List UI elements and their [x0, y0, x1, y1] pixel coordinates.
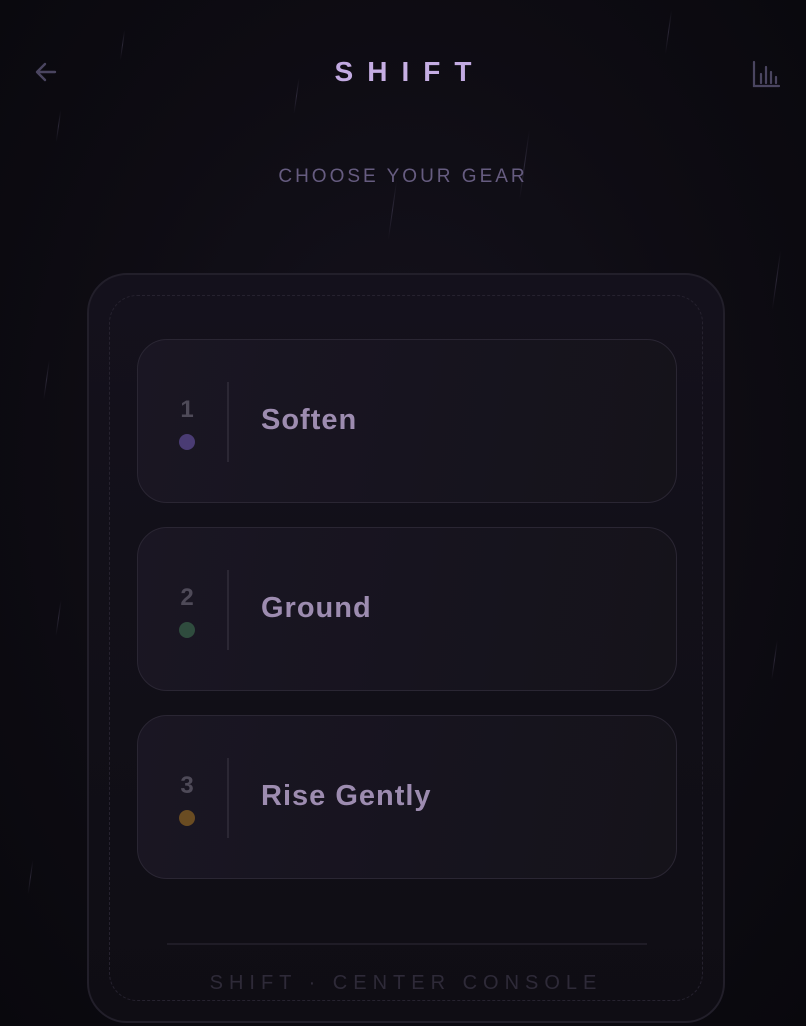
gear-console: 1 Soften 2 Ground 3 Rise Gently SHIFT · …	[87, 273, 725, 1023]
gear-divider	[227, 758, 229, 838]
gear-number: 2	[180, 584, 194, 611]
rain-streak	[43, 360, 50, 400]
header: SHIFT	[0, 0, 806, 150]
app-screen: SHIFT CHOOSE YOUR GEAR 1 Soften 2 Ground	[0, 0, 806, 1026]
gear-option-ground[interactable]: 2 Ground	[137, 527, 677, 691]
gear-label: Ground	[261, 592, 372, 624]
gear-option-soften[interactable]: 1 Soften	[137, 339, 677, 503]
gear-label: Rise Gently	[261, 780, 432, 812]
rain-streak	[27, 860, 34, 894]
gear-number: 3	[180, 772, 194, 799]
rain-streak	[771, 640, 778, 680]
rain-streak	[55, 600, 62, 636]
gear-option-rise-gently[interactable]: 3 Rise Gently	[137, 715, 677, 879]
app-title: SHIFT	[0, 56, 806, 88]
console-divider	[167, 943, 647, 945]
console-footer-label: SHIFT · CENTER CONSOLE	[209, 972, 603, 994]
gear-indicator-dot	[179, 434, 195, 450]
rain-streak	[771, 250, 782, 310]
rain-streak	[387, 180, 398, 240]
section-subtitle: CHOOSE YOUR GEAR	[278, 166, 528, 187]
stats-button[interactable]	[746, 56, 786, 96]
gear-divider	[227, 570, 229, 650]
gear-indicator-dot	[179, 622, 195, 638]
gear-number: 1	[180, 396, 194, 423]
gear-label: Soften	[261, 404, 358, 436]
gear-divider	[227, 382, 229, 462]
bar-chart-icon	[751, 59, 781, 94]
gear-indicator-dot	[179, 810, 195, 826]
